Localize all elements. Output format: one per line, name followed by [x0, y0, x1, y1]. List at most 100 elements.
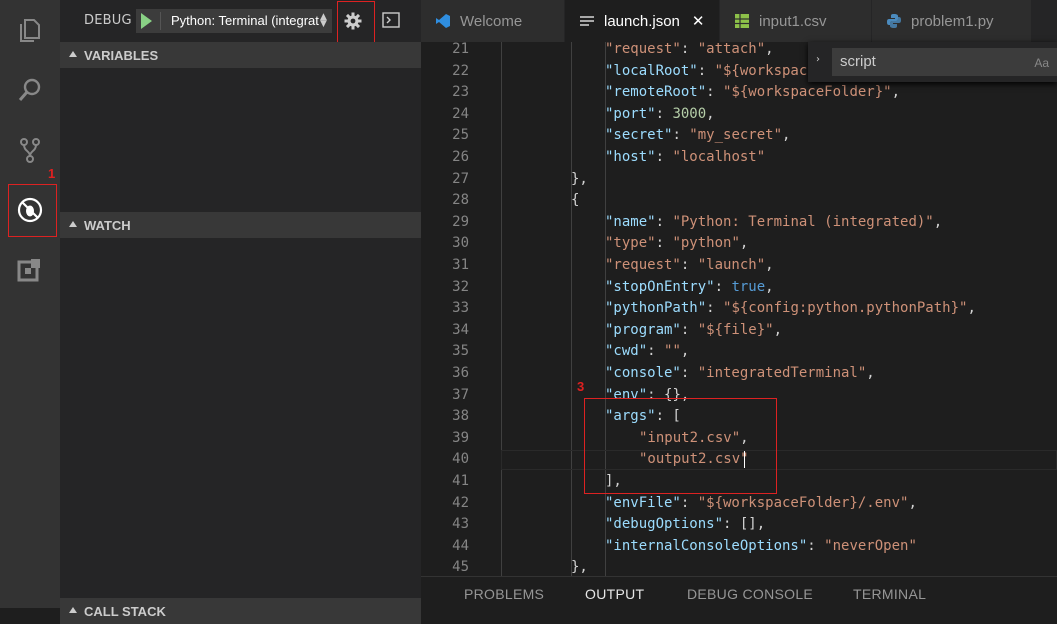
call-stack-label: CALL STACK	[84, 604, 166, 619]
code-token: ,	[739, 235, 749, 252]
code-token: :	[807, 537, 825, 554]
code-token: :	[655, 149, 673, 165]
code-token: :	[680, 42, 698, 57]
code-token: "python"	[672, 235, 740, 252]
code-token: "localhost"	[672, 149, 766, 165]
code-token: 3000	[672, 105, 707, 122]
watch-section-header[interactable]: WATCH	[60, 212, 421, 238]
code-token: {	[571, 192, 580, 209]
code-token: ,	[933, 213, 943, 230]
line-number: 28	[452, 192, 469, 209]
code-line: 26 "host": "localhost"	[421, 147, 1057, 169]
code-line: 29 "name": "Python: Terminal (integrated)…	[421, 212, 1057, 234]
start-debugging-icon[interactable]	[141, 13, 152, 29]
code-token: :	[706, 84, 724, 101]
line-number: 40	[452, 451, 469, 468]
code-line: 25 "secret": "my_secret",	[421, 125, 1057, 147]
code-text: "request": "attach",	[605, 42, 774, 61]
tab-terminal[interactable]: TERMINAL	[853, 586, 926, 602]
code-token: ,	[773, 321, 783, 338]
separator	[160, 12, 161, 30]
code-line: 34 "program": "${file}",	[421, 320, 1057, 342]
code-token: "host"	[605, 149, 656, 165]
code-token: : [],	[723, 516, 766, 533]
line-number: 33	[452, 300, 469, 317]
line-number: 37	[452, 386, 469, 403]
code-text: },	[571, 557, 588, 576]
code-token: ,	[782, 127, 791, 144]
debug-config-dropdown[interactable]: Python: Terminal (integrated) ▲▼	[136, 9, 332, 33]
code-token: "debugOptions"	[605, 516, 724, 533]
code-token: "localRoot"	[605, 62, 698, 79]
code-token: ,	[765, 278, 774, 295]
code-token: :	[672, 127, 690, 144]
extensions-button[interactable]	[0, 240, 60, 300]
find-input[interactable]: script Aa	[832, 48, 1057, 76]
search-button[interactable]	[0, 60, 60, 120]
code-token: },	[571, 559, 588, 576]
code-editor[interactable]: 21 "request": "attach", 22 "localRoot": "${…	[421, 42, 1057, 576]
find-widget: › script Aa	[808, 42, 1057, 82]
line-number: 23	[452, 84, 469, 101]
code-token: "console"	[605, 365, 681, 381]
code-token: ,	[891, 84, 901, 101]
code-text: {	[571, 190, 579, 212]
annotation-box-1	[8, 184, 57, 237]
list-icon	[579, 13, 595, 29]
code-line: 27},	[421, 169, 1057, 191]
line-number: 22	[452, 62, 469, 79]
code-token: "request"	[605, 257, 681, 273]
close-icon[interactable]: ✕	[692, 12, 705, 30]
code-token: "envFile"	[605, 494, 681, 511]
tab-problems[interactable]: PROBLEMS	[464, 586, 544, 602]
annotation-number-3: 3	[577, 379, 585, 394]
code-token: :	[680, 321, 698, 338]
panel-tabs: PROBLEMS OUTPUT DEBUG CONSOLE TERMINAL	[421, 576, 1057, 608]
code-token: "pythonPath"	[605, 300, 707, 317]
line-number: 34	[452, 321, 469, 338]
vscode-icon	[435, 13, 451, 29]
code-token: "${workspaceFolder}/.env"	[697, 494, 909, 511]
tab-label: problem1.py	[911, 12, 994, 30]
code-text: "envFile": "${workspaceFolder}/.env",	[605, 493, 917, 515]
line-number: 30	[452, 235, 469, 252]
annotation-box-2	[337, 1, 375, 43]
code-text: "port": 3000,	[605, 104, 715, 126]
code-token: "attach"	[697, 42, 766, 57]
toggle-replace-icon[interactable]: ›	[816, 54, 820, 65]
code-text: "pythonPath": "${config:python.pythonPat…	[605, 298, 976, 320]
explorer-button[interactable]	[0, 0, 60, 60]
variables-label: VARIABLES	[84, 48, 159, 63]
files-icon	[20, 19, 40, 42]
tab-debug-console[interactable]: DEBUG CONSOLE	[687, 586, 813, 602]
code-text: "remoteRoot": "${workspaceFolder}",	[605, 82, 900, 104]
line-number: 36	[452, 365, 469, 381]
code-token: "cwd"	[605, 343, 648, 360]
match-case-toggle[interactable]: Aa	[1034, 56, 1049, 70]
search-icon	[18, 78, 41, 101]
code-line: 43 "debugOptions": [],	[421, 514, 1057, 536]
line-number: 38	[452, 408, 469, 425]
tab-welcome[interactable]: Welcome	[421, 0, 565, 42]
code-text: "host": "localhost"	[605, 147, 765, 169]
line-number: 21	[452, 42, 469, 57]
code-token: :	[680, 494, 698, 511]
tab-label: Welcome	[460, 12, 523, 30]
line-number: 31	[452, 257, 469, 273]
tab-launch-json[interactable]: launch.json ✕	[565, 0, 720, 42]
code-line: 42 "envFile": "${workspaceFolder}/.env",	[421, 493, 1057, 515]
code-token: ,	[866, 365, 875, 381]
line-number: 29	[452, 213, 469, 230]
tab-output[interactable]: OUTPUT	[585, 586, 644, 602]
call-stack-section-header[interactable]: CALL STACK	[60, 598, 421, 624]
tab-problem1-py[interactable]: problem1.py	[872, 0, 1032, 42]
collapse-icon	[69, 51, 77, 57]
debug-console-icon[interactable]	[382, 12, 400, 28]
code-line: 36 "console": "integratedTerminal",	[421, 363, 1057, 385]
table-icon	[734, 13, 750, 29]
tab-input1-csv[interactable]: input1.csv	[720, 0, 872, 42]
python-icon	[886, 13, 902, 29]
variables-section-header[interactable]: VARIABLES	[60, 42, 421, 68]
code-text: "request": "launch",	[605, 255, 774, 277]
line-number: 26	[452, 149, 469, 165]
